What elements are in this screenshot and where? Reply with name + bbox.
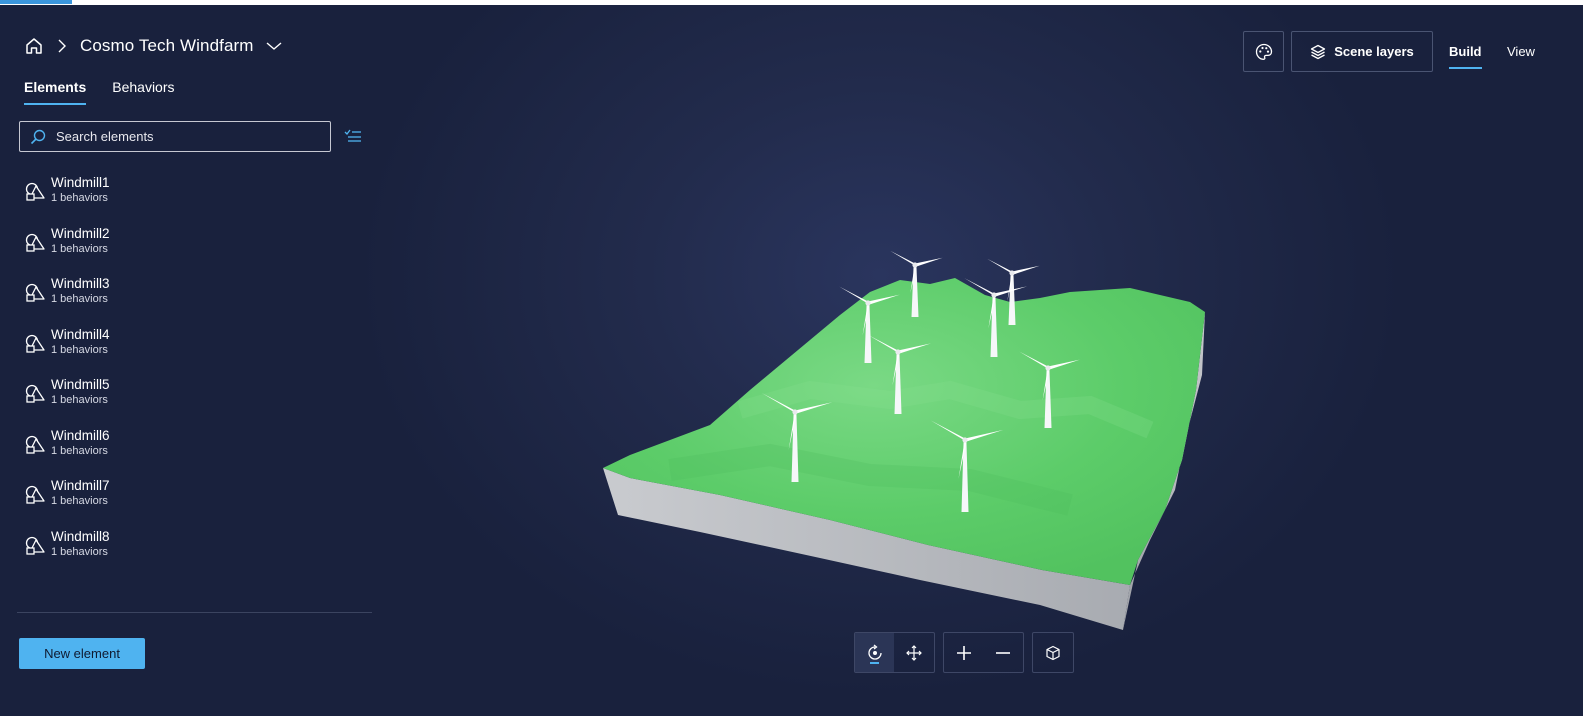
element-list: Windmill1 1 behaviors Windmill2 1 behavior… [24, 174, 354, 578]
chevron-right-icon [58, 39, 66, 53]
panel-divider [17, 612, 372, 613]
element-name: Windmill7 [51, 478, 110, 493]
element-behavior-count: 1 behaviors [51, 242, 108, 255]
orbit-icon [867, 643, 882, 660]
reset-camera-icon [1045, 645, 1060, 660]
list-item[interactable]: Windmill7 1 behaviors [24, 477, 354, 528]
reset-camera-button[interactable] [1033, 633, 1072, 672]
element-behavior-count: 1 behaviors [51, 293, 108, 305]
element-name: Windmill3 [51, 276, 110, 291]
pan-button[interactable] [894, 633, 933, 672]
tab-elements[interactable]: Elements [24, 79, 87, 105]
list-item[interactable]: Windmill6 1 behaviors [24, 427, 354, 478]
scene-layers-label: Scene layers [1334, 44, 1414, 59]
list-item[interactable]: Windmill8 1 behaviors [24, 528, 354, 579]
filter-list-icon[interactable] [344, 129, 362, 145]
loading-indicator [0, 0, 72, 4]
navigation-mode-group [854, 632, 935, 673]
tab-view[interactable]: View [1507, 44, 1535, 69]
list-item[interactable]: Windmill5 1 behaviors [24, 376, 354, 427]
layers-icon [1311, 44, 1326, 59]
scene-title[interactable]: Cosmo Tech Windfarm [80, 36, 254, 56]
zoom-group [943, 632, 1024, 673]
element-behavior-count: 1 behaviors [51, 343, 108, 356]
element-behavior-count: 1 behaviors [51, 495, 108, 507]
element-behavior-count: 1 behaviors [51, 444, 108, 457]
element-name: Windmill6 [51, 427, 110, 443]
element-name: Windmill5 [51, 377, 110, 392]
element-shapes-icon [25, 233, 45, 252]
element-shapes-icon [25, 435, 45, 454]
search-icon [30, 129, 46, 144]
element-behavior-count: 1 behaviors [51, 394, 108, 406]
element-name: Windmill8 [51, 528, 110, 544]
element-shapes-icon [25, 384, 45, 403]
breadcrumb: Cosmo Tech Windfarm [24, 36, 282, 56]
home-icon[interactable] [24, 36, 44, 56]
scene-layers-button[interactable]: Scene layers [1291, 31, 1433, 72]
list-item[interactable]: Windmill1 1 behaviors [24, 174, 354, 225]
element-shapes-icon [25, 485, 45, 504]
new-element-button[interactable]: New element [19, 638, 145, 669]
element-shapes-icon [25, 334, 45, 353]
camera-reset-group [1032, 632, 1074, 673]
zoom-in-icon [956, 645, 971, 660]
palette-icon [1255, 43, 1272, 60]
theme-button[interactable] [1243, 31, 1284, 72]
orbit-button[interactable] [855, 633, 894, 672]
pan-icon [905, 644, 922, 661]
chevron-down-icon[interactable] [266, 40, 282, 52]
windfarm-3d-model[interactable] [590, 240, 1230, 640]
panel-tabs: Elements Behaviors [24, 79, 175, 105]
list-item[interactable]: Windmill3 1 behaviors [24, 275, 354, 326]
list-item[interactable]: Windmill4 1 behaviors [24, 326, 354, 377]
list-item[interactable]: Windmill2 1 behaviors [24, 225, 354, 276]
top-strip [0, 0, 1583, 5]
element-shapes-icon [25, 283, 45, 302]
zoom-out-icon [995, 651, 1010, 654]
element-shapes-icon [25, 536, 45, 555]
zoom-out-button[interactable] [983, 633, 1022, 672]
tab-build[interactable]: Build [1449, 44, 1482, 69]
element-name: Windmill4 [51, 326, 110, 342]
element-shapes-icon [25, 182, 45, 201]
element-behavior-count: 1 behaviors [51, 545, 108, 558]
search-box[interactable] [19, 121, 331, 152]
tab-behaviors[interactable]: Behaviors [112, 79, 174, 105]
zoom-in-button[interactable] [944, 633, 983, 672]
element-name: Windmill1 [51, 175, 110, 190]
element-name: Windmill2 [51, 225, 110, 241]
search-input[interactable] [54, 128, 318, 145]
element-behavior-count: 1 behaviors [51, 192, 108, 204]
